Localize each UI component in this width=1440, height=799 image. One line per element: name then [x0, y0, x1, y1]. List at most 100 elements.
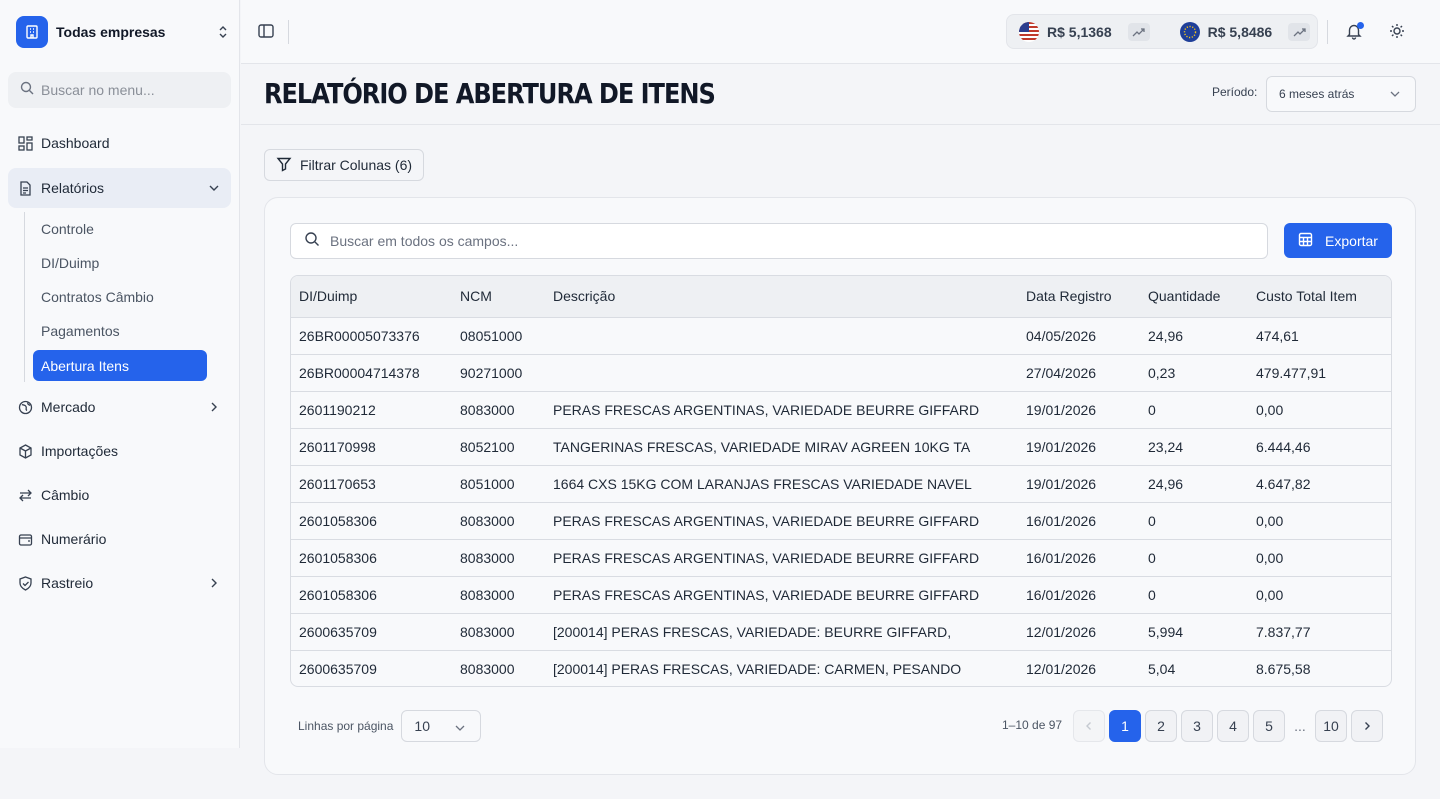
column-header-descricao[interactable]: Descrição [545, 276, 1018, 318]
table-row[interactable]: 2600635709 8083000 [200014] PERAS FRESCAS,… [291, 613, 1391, 651]
sidebar-item-label: Rastreio [41, 575, 94, 591]
pagination-range: 1–10 de 97 [1002, 718, 1063, 732]
dashboard-icon [17, 135, 33, 151]
table-row[interactable]: 26BR00004714378 90271000 27/04/2026 0,23 479… [291, 354, 1391, 392]
table-row[interactable]: 2601170653 8051000 1664 CXS 15KG COM LARAN… [291, 465, 1391, 503]
cell-di-duimp: 2600635709 [291, 613, 452, 651]
export-button[interactable]: Exportar [1284, 223, 1392, 258]
sidebar-item-label: Relatórios [41, 180, 105, 196]
sidebar-subitem-controle[interactable]: Controle [33, 213, 207, 244]
sidebar-subitem-abertura-itens[interactable]: Abertura Itens [33, 350, 207, 381]
menu-search[interactable] [8, 72, 231, 108]
period-select[interactable]: 6 meses atrás [1266, 76, 1416, 112]
sidebar-item-cambio[interactable]: Câmbio [8, 475, 231, 515]
cell-di-duimp: 2601058306 [291, 539, 452, 577]
cell-descricao: PERAS FRESCAS ARGENTINAS, VARIEDADE BEUR… [545, 502, 1018, 540]
column-header-di-duimp[interactable]: DI/Duimp [291, 276, 452, 318]
cell-di-duimp: 2601170653 [291, 465, 452, 503]
global-search-input[interactable] [330, 233, 1230, 249]
report-card: Exportar DI/Duimp NCM Descrição Data Reg… [264, 197, 1416, 775]
filter-icon [276, 156, 292, 175]
cell-quantidade: 5,04 [1148, 660, 1176, 677]
next-page-button[interactable] [1351, 710, 1383, 742]
cell-data-registro: 27/04/2026 [1018, 354, 1140, 392]
chevron-right-icon [207, 400, 221, 414]
eu-flag-icon [1179, 21, 1200, 42]
chevron-down-icon [454, 721, 466, 737]
cell-custo-total: 0,00 [1248, 502, 1391, 540]
page-button-4[interactable]: 4 [1217, 710, 1249, 742]
cell-custo-total: 0,00 [1248, 391, 1391, 429]
page-button-3[interactable]: 3 [1181, 710, 1213, 742]
cell-di-duimp: 2601058306 [291, 576, 452, 614]
trending-up-icon[interactable] [1127, 22, 1150, 41]
table-row[interactable]: 2601058306 8083000 PERAS FRESCAS ARGENTINA… [291, 576, 1391, 614]
cell-custo-total: 479.477,91 [1248, 354, 1391, 392]
sidebar-item-relatorios[interactable]: Relatórios [8, 168, 231, 208]
cell-di-duimp: 2601170998 [291, 428, 452, 466]
table-row[interactable]: 26BR00005073376 08051000 04/05/2026 24,96 47… [291, 317, 1391, 355]
cell-ncm: 8083000 [452, 539, 545, 577]
sidebar-item-label: Câmbio [41, 487, 90, 503]
sun-icon[interactable] [1389, 23, 1407, 41]
sidebar-item-importacoes[interactable]: Importações [8, 431, 231, 471]
page-button-1[interactable]: 1 [1109, 710, 1141, 742]
cell-data-registro: 12/01/2026 [1026, 660, 1097, 677]
filter-columns-button[interactable]: Filtrar Colunas (6) [264, 149, 424, 181]
company-switcher[interactable]: Todas empresas [16, 15, 230, 48]
table-row[interactable]: 2601058306 8083000 PERAS FRESCAS ARGENTINA… [291, 502, 1391, 540]
rows-per-page-value: 10 [414, 718, 430, 734]
cell-data-registro: 19/01/2026 [1018, 428, 1140, 466]
page-button-2[interactable]: 2 [1145, 710, 1177, 742]
table-row[interactable]: 2600635709 8083000 [200014] PERAS FRESCAS,… [291, 650, 1391, 686]
top-bar: R$ 5,1368 R$ 5,8486 [241, 0, 1440, 64]
chevron-down-icon [1389, 88, 1401, 103]
sidebar-item-label: Dashboard [41, 135, 110, 151]
column-header-quantidade[interactable]: Quantidade [1140, 276, 1248, 318]
exchange-arrows-icon [17, 487, 33, 503]
cell-custo-total: 7.837,77 [1248, 613, 1391, 651]
column-header-ncm[interactable]: NCM [452, 276, 545, 318]
sidebar-item-mercado[interactable]: Mercado [8, 387, 231, 427]
items-table: DI/Duimp NCM Descrição Data Registro Qua… [290, 275, 1392, 687]
previous-page-button[interactable] [1073, 710, 1105, 742]
column-header-data-registro[interactable]: Data Registro [1018, 276, 1140, 318]
cell-descricao: [200014] PERAS FRESCAS, VARIEDADE: BEURR… [545, 613, 1018, 651]
sidebar-subitem-contratos-cambio[interactable]: Contratos Câmbio [33, 281, 207, 312]
page-button-5[interactable]: 5 [1253, 710, 1285, 742]
sidebar-item-numerario[interactable]: Numerário [8, 519, 231, 559]
wallet-icon [17, 531, 33, 547]
cell-di-duimp: 26BR00004714378 [291, 354, 452, 392]
sidebar-subitem-pagamentos[interactable]: Pagamentos [33, 315, 207, 346]
cell-descricao [545, 317, 1018, 355]
divider [288, 20, 289, 44]
rows-per-page-select[interactable]: 10 [401, 710, 482, 742]
table-row[interactable]: 2601170998 8052100 TANGERINAS FRESCAS, VAR… [291, 428, 1391, 466]
sidebar-item-dashboard[interactable]: Dashboard [8, 123, 231, 163]
cell-data-registro: 16/01/2026 [1018, 502, 1140, 540]
trending-up-icon[interactable] [1288, 22, 1311, 41]
cell-data-registro: 16/01/2026 [1018, 576, 1140, 614]
global-search[interactable] [290, 223, 1268, 259]
sidebar-item-label: Mercado [41, 399, 96, 415]
cell-custo-total: 474,61 [1248, 317, 1391, 355]
table-header-row: DI/Duimp NCM Descrição Data Registro Qua… [291, 276, 1391, 318]
shield-check-icon [17, 575, 33, 591]
sidebar-subitem-di-duimp[interactable]: DI/Duimp [33, 247, 207, 278]
cell-data-registro: 16/01/2026 [1018, 539, 1140, 577]
cell-quantidade: 0 [1140, 539, 1248, 577]
menu-search-input[interactable] [41, 82, 221, 98]
page-button-last[interactable]: 10 [1315, 710, 1347, 742]
cell-quantidade: 0 [1140, 391, 1248, 429]
globe-icon [17, 399, 33, 415]
cell-custo-total: 4.647,82 [1248, 465, 1391, 503]
cell-descricao: PERAS FRESCAS ARGENTINAS, VARIEDADE BEUR… [545, 576, 1018, 614]
sidebar-toggle-icon[interactable] [257, 22, 275, 40]
sidebar-item-rastreio[interactable]: Rastreio [8, 563, 231, 603]
cell-custo-total: 6.444,46 [1248, 428, 1391, 466]
table-row[interactable]: 2601190212 8083000 PERAS FRESCAS ARGENTINA… [291, 391, 1391, 429]
table-row[interactable]: 2601058306 8083000 PERAS FRESCAS ARGENTINA… [291, 539, 1391, 577]
company-name: Todas empresas [56, 23, 166, 40]
column-header-custo-total[interactable]: Custo Total Item [1248, 276, 1391, 318]
cell-custo-total: 0,00 [1248, 539, 1391, 577]
